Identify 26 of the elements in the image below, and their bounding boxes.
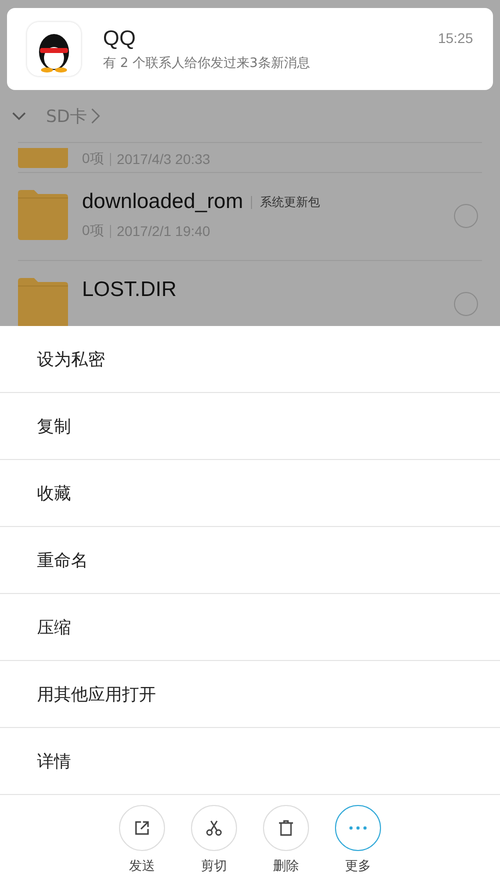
scissors-icon xyxy=(205,819,223,837)
menu-item[interactable]: 收藏 xyxy=(0,460,500,527)
chevron-down-icon[interactable] xyxy=(12,112,26,120)
app-name: QQ xyxy=(103,26,137,50)
menu-item[interactable]: 详情 xyxy=(0,728,500,795)
trash-icon xyxy=(277,819,295,837)
select-radio[interactable] xyxy=(454,204,478,228)
file-tag: 系统更新包 xyxy=(260,194,320,210)
folder-icon xyxy=(18,278,68,326)
notification-card[interactable]: QQ 有 2 个联系人给你发过来3条新消息 15:25 xyxy=(7,8,493,90)
menu-item[interactable]: 压缩 xyxy=(0,594,500,661)
share-icon xyxy=(134,820,150,836)
more-icon xyxy=(349,826,367,830)
file-name[interactable]: LOST.DIR xyxy=(82,278,177,302)
notification-message: 有 2 个联系人给你发过来3条新消息 xyxy=(103,54,311,72)
menu-item[interactable]: 用其他应用打开 xyxy=(0,661,500,728)
notification-time: 15:25 xyxy=(438,30,473,46)
folder-icon xyxy=(18,190,68,240)
menu-item[interactable]: 重命名 xyxy=(0,527,500,594)
folder-icon xyxy=(18,148,68,168)
menu-item[interactable]: 复制 xyxy=(0,393,500,460)
menu-item[interactable]: 设为私密 xyxy=(0,326,500,393)
chevron-right-icon xyxy=(90,108,100,124)
file-name[interactable]: downloaded_rom xyxy=(82,190,244,214)
select-radio[interactable] xyxy=(454,292,478,316)
penguin-app-icon xyxy=(27,22,81,76)
